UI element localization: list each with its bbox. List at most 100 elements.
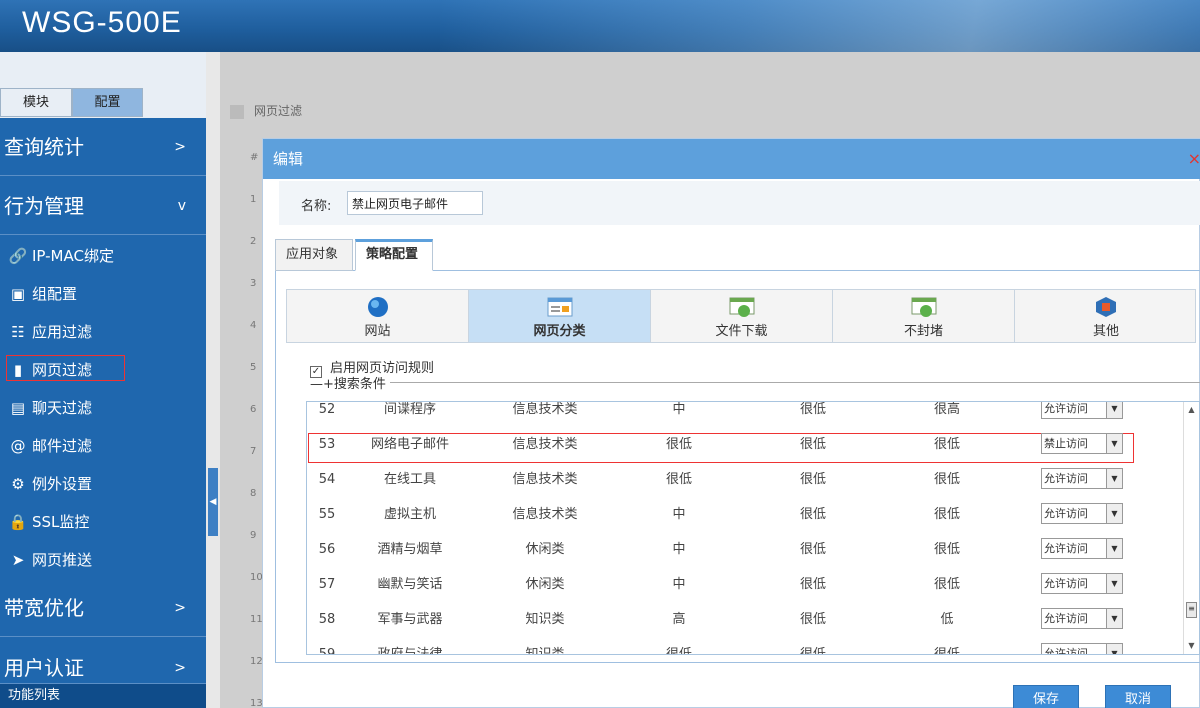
scroll-down-icon[interactable]: ▼ [1184,638,1199,654]
category-website[interactable]: 网站 [287,290,469,342]
access-select[interactable]: 允许访问 ▼ [1041,608,1123,629]
sidebar-item-chat-filter[interactable]: ▤ 聊天过滤 [0,389,206,427]
tab-config[interactable]: 配置 [72,88,143,117]
row-number: 5 [250,362,257,373]
dropdown-arrow-icon[interactable]: ▼ [1106,644,1122,654]
category-other[interactable]: 其他 [1015,290,1197,342]
table-row: 58 军事与武器 知识类 高 很低 低 允许访问 ▼ [307,608,1185,643]
category-label: 不封堵 [903,324,943,339]
search-conditions-toggle[interactable]: —+搜索条件 [310,373,1200,392]
cell-category: 信息技术类 [512,437,578,452]
cell-category: 信息技术类 [512,507,578,522]
cell-c3: 很低 [933,472,960,487]
dropdown-arrow-icon[interactable]: ▼ [1106,434,1122,453]
access-select[interactable]: 允许访问 ▼ [1041,503,1123,524]
sidebar-section-query-stats[interactable]: 查询统计 > [0,118,206,176]
dropdown-arrow-icon[interactable]: ▼ [1106,402,1122,418]
cell-id: 59 [318,647,336,655]
access-select-value: 允许访问 [1044,402,1088,415]
cell-c1: 中 [672,577,686,592]
cell-c2: 很低 [799,437,826,452]
category-label: 网站 [364,324,391,339]
tab-apply-object[interactable]: 应用对象 [275,239,353,271]
sidebar-item-label: 例外设置 [32,475,93,493]
cell-c1: 很低 [665,472,692,487]
cancel-button[interactable]: 取消 [1105,685,1171,708]
gear-icon: ⚙ [11,475,25,493]
sidebar-tabs: 模块 配置 [0,52,206,118]
category-file-download[interactable]: 文件下载 [651,290,833,342]
table-row: 56 酒精与烟草 休闲类 中 很低 很低 允许访问 ▼ [307,538,1185,573]
row-number: 11 [250,614,263,625]
tab-policy-config[interactable]: 策略配置 [355,239,433,271]
access-select[interactable]: 允许访问 ▼ [1041,643,1123,654]
vertical-scrollbar[interactable]: ▲ ≡ ▼ [1183,402,1199,654]
cell-id: 58 [318,612,336,627]
close-icon[interactable]: × [1188,139,1200,179]
webpage-category-icon [547,297,572,317]
category-webpage-category[interactable]: 网页分类 [469,290,651,342]
chat-icon: ▤ [10,399,26,417]
access-select[interactable]: 允许访问 ▼ [1041,468,1123,489]
access-select[interactable]: 允许访问 ▼ [1041,573,1123,594]
row-number: 2 [250,236,257,247]
sidebar-section-bandwidth[interactable]: 带宽优化 > [0,579,206,637]
sidebar-item-label: SSL监控 [32,513,90,531]
row-number: # [250,152,259,163]
cell-id: 56 [318,542,336,557]
dropdown-arrow-icon[interactable]: ▼ [1106,574,1122,593]
sidebar-item-web-filter[interactable]: ▮ 网页过滤 [0,351,206,389]
other-icon [1096,297,1116,317]
sidebar: 模块 配置 查询统计 > 行为管理 v 🔗 IP-MAC绑定 ▣ 组配置 ☷ 应用过滤… [0,52,206,708]
save-button[interactable]: 保存 [1013,685,1079,708]
search-conditions-label: —+搜索条件 [310,377,386,392]
table-row: 55 虚拟主机 信息技术类 中 很低 很低 允许访问 ▼ [307,503,1185,538]
access-select[interactable]: 允许访问 ▼ [1041,402,1123,419]
name-input[interactable] [347,191,483,215]
sidebar-item-app-filter[interactable]: ☷ 应用过滤 [0,313,206,351]
sidebar-item-mail-filter[interactable]: @ 邮件过滤 [0,427,206,465]
group-card-icon: ▣ [10,285,26,303]
divider [390,382,1200,383]
cell-name: 军事与武器 [377,612,443,627]
breadcrumb: 网页过滤 [230,102,302,119]
cell-name: 间谍程序 [383,402,436,417]
cell-c3: 很高 [933,402,960,417]
dropdown-arrow-icon[interactable]: ▼ [1106,609,1122,628]
sidebar-item-ip-mac-binding[interactable]: 🔗 IP-MAC绑定 [0,237,206,275]
globe-icon [367,297,388,317]
cell-c3: 很低 [933,577,960,592]
cell-c3: 很低 [933,507,960,522]
chevron-right-icon: > [174,600,186,616]
cell-c3: 低 [940,612,954,627]
sidebar-section-user-auth[interactable]: 用户认证 > [0,638,206,684]
sidebar-section-label: 行为管理 [4,194,84,218]
dropdown-arrow-icon[interactable]: ▼ [1106,539,1122,558]
scroll-thumb[interactable]: ≡ [1186,602,1197,618]
cell-category: 休闲类 [525,577,565,592]
category-unblock[interactable]: 不封堵 [833,290,1015,342]
dialog-header: 编辑 × [263,139,1200,179]
sidebar-splitter[interactable]: ◀ [206,52,220,708]
access-select[interactable]: 禁止访问 ▼ [1041,433,1123,454]
cell-name: 幽默与笑话 [377,577,443,592]
sidebar-item-exception-settings[interactable]: ⚙ 例外设置 [0,465,206,503]
cell-name: 在线工具 [383,472,436,487]
sidebar-item-label: 组配置 [32,285,78,303]
sidebar-item-group-config[interactable]: ▣ 组配置 [0,275,206,313]
dropdown-arrow-icon[interactable]: ▼ [1106,469,1122,488]
access-select[interactable]: 允许访问 ▼ [1041,538,1123,559]
cell-c1: 高 [672,612,686,627]
grid-apps-icon: ☷ [11,323,25,341]
sidebar-section-label: 查询统计 [4,135,84,159]
collapse-sidebar-handle[interactable]: ◀ [208,468,218,536]
dropdown-arrow-icon[interactable]: ▼ [1106,504,1122,523]
sidebar-item-ssl-monitor[interactable]: 🔒 SSL监控 [0,503,206,541]
cell-id: 54 [318,472,336,487]
scroll-up-icon[interactable]: ▲ [1184,402,1199,418]
sidebar-item-web-push[interactable]: ➤ 网页推送 [0,541,206,579]
sidebar-item-label: 邮件过滤 [32,437,93,455]
cell-c1: 很低 [665,437,692,452]
sidebar-section-behavior-mgmt[interactable]: 行为管理 v [0,177,206,235]
tab-module[interactable]: 模块 [0,88,72,117]
